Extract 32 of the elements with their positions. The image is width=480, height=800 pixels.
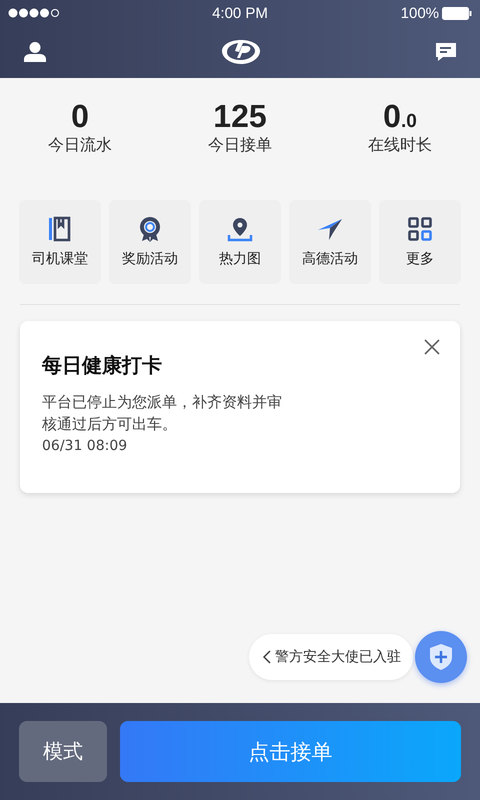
logo-icon bbox=[221, 38, 261, 66]
signal-icon bbox=[8, 8, 60, 18]
message-icon[interactable] bbox=[436, 42, 456, 62]
shield-plus-icon bbox=[429, 643, 453, 671]
shortcut-tile[interactable]: 高德活动 bbox=[289, 200, 371, 284]
shortcut-tile[interactable]: 更多 bbox=[379, 200, 461, 284]
stat-value: 125 bbox=[213, 98, 267, 134]
safety-shield-button[interactable] bbox=[415, 631, 467, 683]
close-icon[interactable] bbox=[424, 339, 440, 355]
grid-icon bbox=[407, 216, 433, 242]
battery-percent: 100% bbox=[400, 4, 440, 22]
shortcut-tile[interactable]: 奖励活动 bbox=[109, 200, 191, 284]
battery-icon bbox=[442, 6, 472, 20]
profile-icon[interactable] bbox=[24, 42, 46, 62]
stat-label: 今日流水 bbox=[48, 135, 112, 156]
notice-title: 每日健康打卡 bbox=[42, 352, 163, 379]
medal-icon bbox=[137, 216, 163, 242]
shortcut-tile[interactable]: 热力图 bbox=[199, 200, 281, 284]
paper-plane-icon bbox=[317, 216, 343, 242]
book-icon bbox=[47, 216, 73, 242]
mode-button[interactable]: 模式 bbox=[19, 721, 107, 782]
stat-label: 今日接单 bbox=[208, 135, 272, 156]
stat-value: 0 bbox=[71, 98, 89, 134]
shortcut-tile[interactable]: 司机课堂 bbox=[19, 200, 101, 284]
stat-value: 0.0 bbox=[383, 98, 417, 134]
notice-time: 06/31 08:09 bbox=[42, 438, 128, 454]
location-pin-icon bbox=[227, 216, 253, 242]
chevron-left-icon bbox=[263, 650, 271, 664]
status-time: 4:00 PM bbox=[212, 4, 268, 22]
notice-text: 平台已停止为您派单，补齐资料并审核通过后方可出车。 bbox=[42, 392, 283, 435]
stat-label: 在线时长 bbox=[368, 135, 432, 156]
safety-tip-pill[interactable]: 警方安全大使已入驻 bbox=[249, 634, 413, 680]
